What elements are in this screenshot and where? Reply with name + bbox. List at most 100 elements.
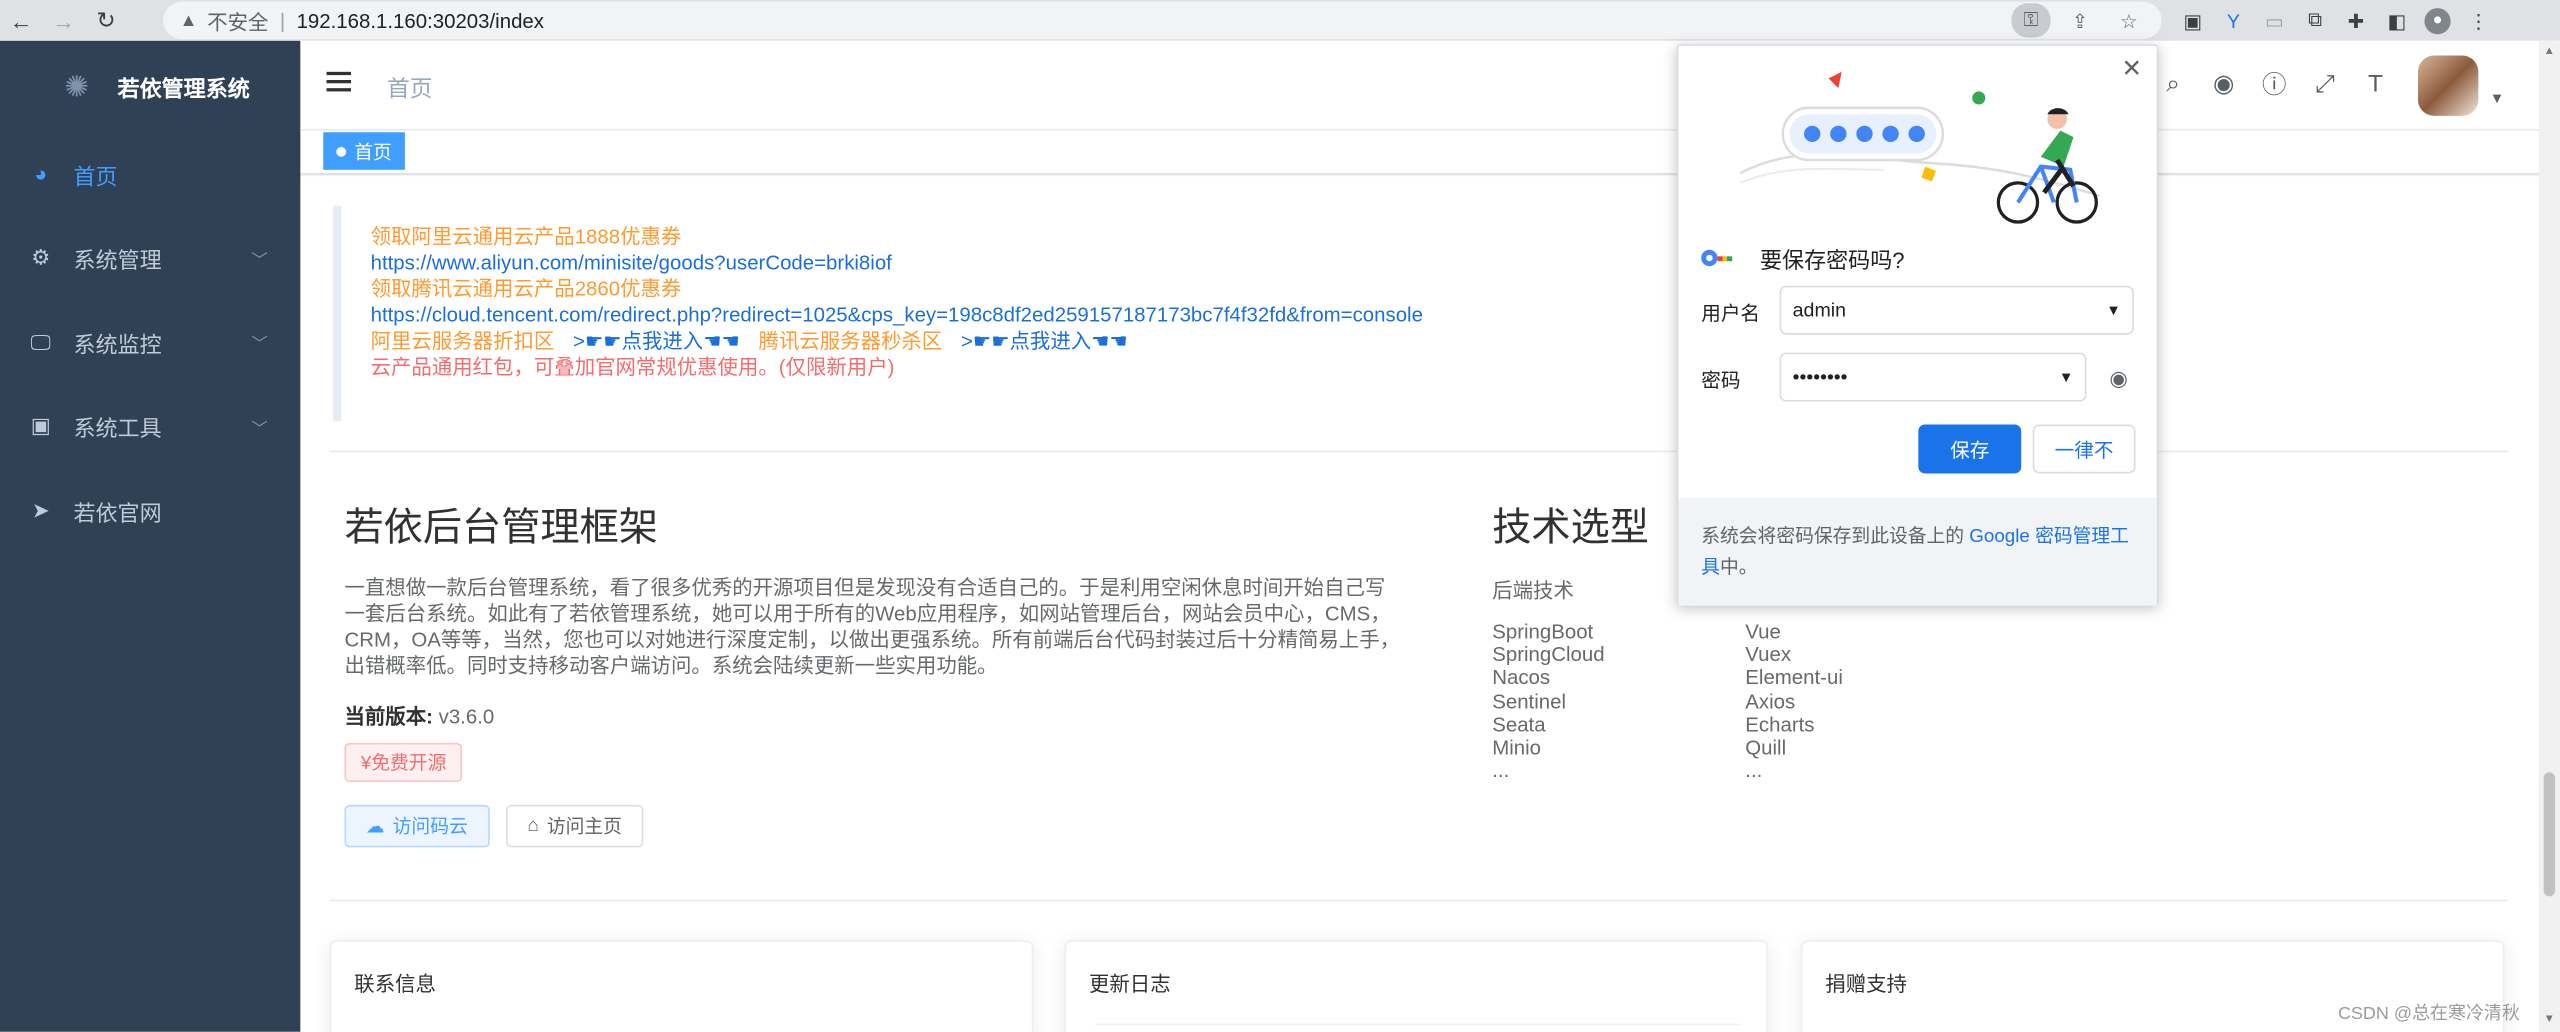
avatar[interactable] [2417, 55, 2479, 116]
sidebar-item-website[interactable]: ➤ 若依官网 [0, 469, 300, 553]
promo-tencent-enter-link[interactable]: >☛☛点我进入☚☚ [961, 330, 1128, 353]
list-item: ... [1745, 759, 1763, 783]
divider [329, 899, 2508, 902]
sidebar-item-system[interactable]: ⚙ 系统管理 ﹀ [0, 216, 300, 300]
extension-3-icon[interactable]: ▭ [2256, 3, 2292, 37]
dialog-footer: 系统会将密码保存到此设备上的 Google 密码管理工具中。 [1678, 497, 2157, 606]
search-icon[interactable]: ⌕ [2158, 67, 2187, 100]
sidebar-item-monitor[interactable]: 🖵 系统监控 ﹀ [0, 300, 300, 384]
free-open-source-tag: ¥免费开源 [344, 742, 463, 783]
main-content: 领取阿里云通用云产品1888优惠券 https://www.aliyun.com… [300, 176, 2560, 1032]
side-panel-icon[interactable]: ◧ [2379, 3, 2415, 37]
extension-1-icon[interactable]: ▣ [2175, 3, 2211, 37]
github-icon[interactable]: ◉ [2209, 67, 2238, 100]
promo-link[interactable]: https://www.aliyun.com/minisite/goods?us… [371, 250, 2505, 276]
password-field[interactable]: •••••••• ▼ [1779, 352, 2087, 402]
username-label: 用户名 [1701, 302, 1761, 325]
extension-icons: ▣ Y ▭ ⧉ ✚ ◧ ● ⋮ [2175, 3, 2497, 37]
list-item: Seata [1492, 713, 1546, 737]
tag-label: 首页 [354, 142, 392, 163]
list-item: SpringCloud [1492, 643, 1605, 667]
visit-homepage-button[interactable]: ⌂ 访问主页 [506, 804, 644, 848]
reload-icon[interactable]: ↻ [85, 0, 127, 41]
tag-dot-icon [336, 146, 347, 156]
security-label[interactable]: 不安全 [207, 5, 268, 36]
puzzle-icon[interactable]: ✚ [2338, 3, 2374, 37]
sidebar-item-label: 首页 [73, 164, 118, 189]
scroll-down-icon[interactable]: ▼ [2544, 1014, 2555, 1025]
fullscreen-icon[interactable]: ⤢ [2310, 67, 2339, 100]
sidebar-item-tools[interactable]: ▣ 系统工具 ﹀ [0, 384, 300, 468]
caret-down-icon[interactable]: ▼ [2059, 369, 2074, 385]
profile-icon[interactable]: ● [2420, 3, 2456, 37]
promo-line[interactable]: 领取阿里云通用云产品1888优惠券 [371, 224, 2505, 250]
save-password-dialog: ✕ 要保存密码吗? 用户名 admin ▼ 密码 •••••••• ▼ ◉ 保存… [1676, 44, 2159, 606]
extension-2-icon[interactable]: Y [2216, 3, 2252, 37]
close-icon[interactable]: ✕ [2122, 54, 2143, 84]
promo-line[interactable]: 云产品通用红包，可叠加官网常规优惠使用。(仅限新用户) [371, 354, 2505, 380]
promo-line[interactable]: 领取腾讯云通用云产品2860优惠券 [371, 276, 2505, 302]
intro-title: 若依后台管理框架 [344, 506, 658, 551]
changelog-card: 更新日志 [1064, 940, 1769, 1032]
card-title: 更新日志 [1088, 973, 1171, 996]
tags-view: 首页 [300, 130, 2560, 175]
password-label: 密码 [1701, 368, 1741, 392]
screen: ← → ↻ ▲ 不安全 | 192.168.1.160:30203/index … [0, 0, 2560, 1032]
logo[interactable]: ✺ 若依管理系统 [0, 41, 300, 132]
back-icon[interactable]: ← [0, 0, 42, 41]
current-version: 当前版本: v3.6.0 [344, 699, 494, 730]
font-size-icon[interactable]: T [2361, 67, 2390, 100]
logo-icon: ✺ [64, 69, 90, 103]
card-title: 联系信息 [354, 973, 436, 996]
save-button[interactable]: 保存 [1918, 424, 2022, 474]
tech-title: 技术选型 [1492, 506, 1649, 551]
list-item: SpringBoot [1492, 620, 1594, 644]
browser-toolbar: ← → ↻ ▲ 不安全 | 192.168.1.160:30203/index … [0, 0, 2560, 41]
chevron-down-icon: ﹀ [251, 420, 268, 439]
promo-block: 领取阿里云通用云产品1888优惠券 https://www.aliyun.com… [333, 205, 2505, 422]
scroll-thumb[interactable] [2543, 772, 2556, 897]
cloud-icon: ☁ [365, 817, 385, 838]
menu-dots-icon[interactable]: ⋮ [2460, 3, 2496, 37]
hamburger-icon[interactable] [326, 71, 352, 95]
bookmark-star-icon[interactable]: ☆ [2109, 3, 2148, 37]
list-item: Axios [1745, 689, 1796, 713]
forward-icon[interactable]: → [42, 0, 84, 41]
username-field[interactable]: admin ▼ [1779, 285, 2134, 335]
breadcrumb: 首页 [386, 75, 433, 102]
sidebar-item-home[interactable]: ◕ 首页 [0, 132, 300, 216]
sidebar: ✺ 若依管理系统 ◕ 首页 ⚙ 系统管理 ﹀ 🖵 系统监控 ﹀ ▣ 系统工具 ﹀… [0, 40, 301, 1032]
divider [329, 450, 2508, 453]
promo-tencent-zone[interactable]: 腾讯云服务器秒杀区 [759, 330, 943, 353]
address-bar[interactable]: ▲ 不安全 | 192.168.1.160:30203/index ⚿ ⇪ ☆ [163, 1, 2162, 40]
home-icon: ⌂ [527, 816, 539, 836]
promo-aliyun-zone[interactable]: 阿里云服务器折扣区 [371, 330, 555, 353]
help-icon[interactable]: ⓘ [2260, 67, 2289, 100]
dialog-title: 要保存密码吗? [1759, 248, 1905, 273]
sidebar-item-label: 系统工具 [73, 416, 162, 442]
dashboard-icon: ◕ [34, 162, 48, 187]
chevron-down-icon: ﹀ [251, 252, 268, 271]
eye-icon[interactable]: ◉ [2109, 366, 2128, 392]
visit-gitee-button[interactable]: ☁ 访问码云 [344, 804, 489, 848]
button-label: 访问主页 [546, 817, 622, 838]
url-text[interactable]: 192.168.1.160:30203/index [297, 9, 544, 32]
scroll-up-icon[interactable]: ▲ [2544, 46, 2555, 57]
warning-icon[interactable]: ▲ [180, 11, 198, 31]
key-icon[interactable]: ⚿ [2011, 3, 2051, 38]
caret-down-icon[interactable]: ▼ [2106, 302, 2121, 318]
password-value: •••••••• [1792, 365, 1848, 389]
watermark: CSDN @总在寒冷清秋 [2337, 1004, 2520, 1024]
version-label: 当前版本: [344, 705, 433, 729]
tag-home[interactable]: 首页 [323, 132, 405, 170]
share-icon[interactable]: ⇪ [2060, 3, 2099, 37]
page-scrollbar[interactable]: ▲ ▼ [2538, 40, 2560, 1032]
divider [1095, 1023, 1741, 1026]
promo-aliyun-enter-link[interactable]: >☛☛点我进入☚☚ [573, 330, 740, 353]
list-item: Echarts [1745, 713, 1815, 737]
caret-down-icon[interactable]: ▼ [2490, 90, 2505, 106]
promo-link[interactable]: https://cloud.tencent.com/redirect.php?r… [371, 302, 2505, 328]
extension-4-icon[interactable]: ⧉ [2297, 3, 2333, 37]
never-button[interactable]: 一律不 [2032, 424, 2136, 474]
navbar: 首页 ⌕ ◉ ⓘ ⤢ T ▼ [300, 40, 2560, 131]
